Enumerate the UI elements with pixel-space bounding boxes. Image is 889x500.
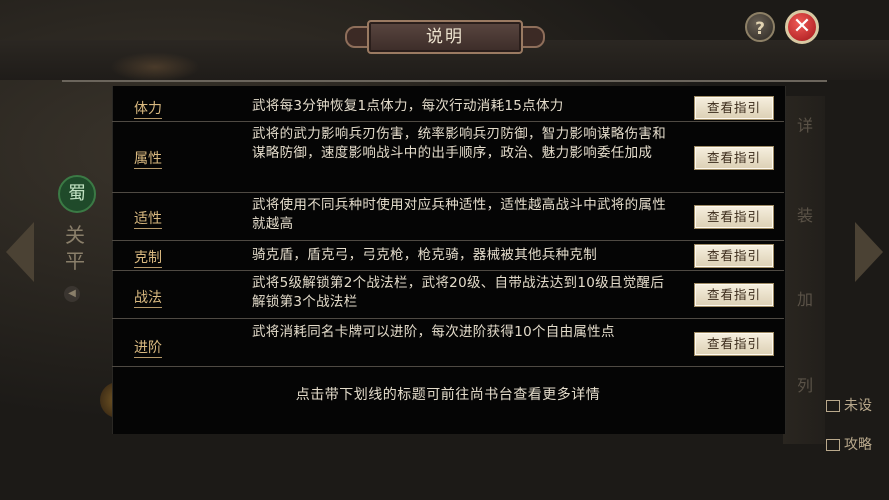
row-label-aptitude[interactable]: 适性 [134,208,162,228]
view-guide-button-attributes[interactable]: 查看指引 [694,146,774,170]
row-label-attributes[interactable]: 属性 [134,148,162,168]
row-description-advance: 武将消耗同名卡牌可以进阶，每次进阶获得10个自由属性点 [252,324,615,340]
row-description-tactics: 武将5级解锁第2个战法栏，武将20级、自带战法达到10级且觉醒后解锁第3个战法栏 [252,275,665,310]
info-row-counter: 克制 骑克盾，盾克弓，弓克枪，枪克骑，器械被其他兵种克制 查看指引 [112,241,784,271]
info-row-aptitude: 适性 武将使用不同兵种时使用对应兵种适性，适性越高战斗中武将的属性就越高 查看指… [112,193,784,241]
row-description-aptitude: 武将使用不同兵种时使用对应兵种适性，适性越高战斗中武将的属性就越高 [252,197,666,232]
previous-arrow-icon [6,222,34,282]
side-item-guide-label: 攻略 [844,437,872,453]
close-button[interactable]: ✕ [785,10,819,44]
view-guide-button-tactics[interactable]: 查看指引 [694,283,774,307]
book-icon [826,439,840,451]
row-description-attributes: 武将的武力影响兵刃伤害，统率影响兵刃防御，智力影响谋略伤害和谋略防御，速度影响战… [252,126,666,161]
side-item-guide: 攻略 [826,434,872,454]
info-row-stamina: 体力 武将每3分钟恢复1点体力，每次行动消耗15点体力 查看指引 [112,93,784,122]
row-label-advance[interactable]: 进阶 [134,337,162,357]
footer-hint: 点击带下划线的标题可前往尚书台查看更多详情 [295,387,601,403]
info-row-attributes: 属性 武将的武力影响兵刃伤害，统率影响兵刃防御，智力影响谋略伤害和谋略防御，速度… [112,122,784,193]
info-row-advance: 进阶 武将消耗同名卡牌可以进阶，每次进阶获得10个自由属性点 查看指引 [112,319,784,367]
background-figure [110,52,200,82]
help-button[interactable]: ? [745,12,775,42]
title-plate-inner: 说明 [367,20,523,54]
side-item-unset-label: 未设 [844,398,872,414]
next-arrow-icon [855,222,883,282]
side-item-unset: 未设 [826,395,872,415]
view-guide-button-counter[interactable]: 查看指引 [694,244,774,268]
row-description-stamina: 武将每3分钟恢复1点体力，每次行动消耗15点体力 [252,98,564,114]
row-label-tactics[interactable]: 战法 [134,287,162,307]
dialog-title: 说明 [426,27,464,47]
row-label-stamina[interactable]: 体力 [134,98,162,118]
info-row-tactics: 战法 武将5级解锁第2个战法栏，武将20级、自带战法达到10级且觉醒后解锁第3个… [112,271,784,319]
row-description-counter: 骑克盾，盾克弓，弓克枪，枪克骑，器械被其他兵种克制 [252,247,597,263]
book-icon [826,400,840,412]
row-label-counter[interactable]: 克制 [134,247,162,267]
title-plate: 说明 [345,16,545,54]
view-guide-button-aptitude[interactable]: 查看指引 [694,205,774,229]
view-guide-button-advance[interactable]: 查看指引 [694,332,774,356]
view-guide-button-stamina[interactable]: 查看指引 [694,96,774,120]
